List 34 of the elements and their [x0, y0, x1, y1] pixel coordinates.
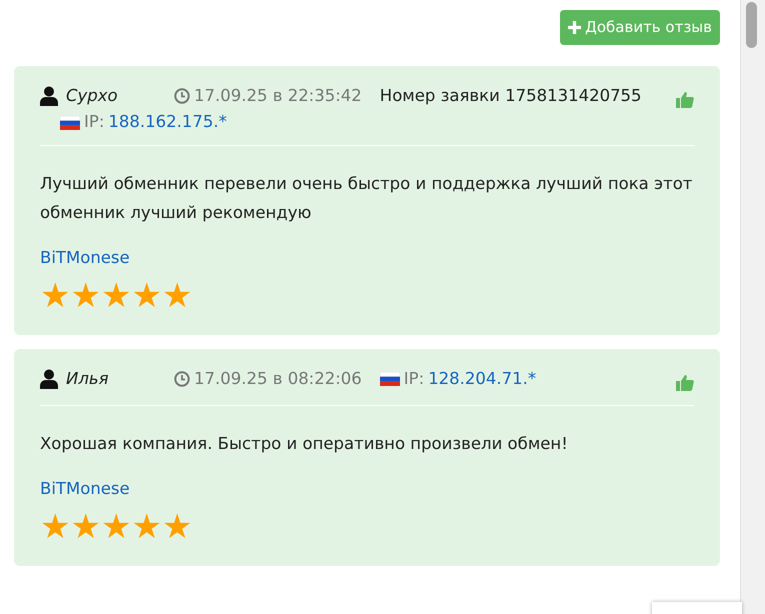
thumbs-up-icon[interactable] [676, 374, 694, 392]
clock-icon [174, 88, 190, 104]
scrollbar[interactable] [740, 0, 765, 614]
star-icon: ★ [40, 510, 70, 544]
exchanger-link[interactable]: BiTMonese [40, 246, 130, 270]
flag-icon [60, 116, 80, 130]
order-number: Номер заявки 1758131420755 [380, 84, 642, 106]
author-name: Илья [66, 368, 110, 390]
review-text: Лучший обменник перевели очень быстро и поддержка лучший пока этот обменник лучший рекомендую [40, 173, 694, 224]
review-text: Хорошая компания. Быстро и оперативно произвели обмен! [40, 433, 569, 456]
star-icon: ★ [70, 278, 101, 312]
clock-icon [174, 370, 190, 387]
scrollbar-thumb[interactable] [746, 2, 757, 48]
ip-link[interactable]: 188.162.175.* [108, 110, 227, 135]
ip-link[interactable]: 128.204.71.* [428, 366, 536, 392]
star-icon: ★ [70, 510, 101, 544]
user-icon [40, 86, 58, 106]
star-icon: ★ [131, 510, 162, 544]
exchanger-link[interactable]: BiTMonese [40, 477, 130, 502]
star-icon: ★ [131, 278, 162, 312]
thumbs-up-icon[interactable] [676, 91, 694, 108]
flag-icon [380, 372, 400, 386]
review-date: 17.09.25 в 22:35:42 [194, 84, 362, 106]
review-date: 17.09.25 в 08:22:06 [194, 368, 362, 390]
user-icon [40, 368, 58, 389]
star-icon: ★ [40, 278, 70, 312]
star-icon: ★ [100, 278, 132, 312]
star-icon: ★ [100, 510, 132, 544]
ip-label: IP: [84, 111, 104, 134]
plus-icon [568, 20, 582, 34]
star-icon: ★ [162, 278, 192, 312]
ip-label: IP: [404, 368, 424, 390]
star-icon: ★ [162, 510, 192, 544]
author-name: Сурхо [66, 84, 119, 106]
